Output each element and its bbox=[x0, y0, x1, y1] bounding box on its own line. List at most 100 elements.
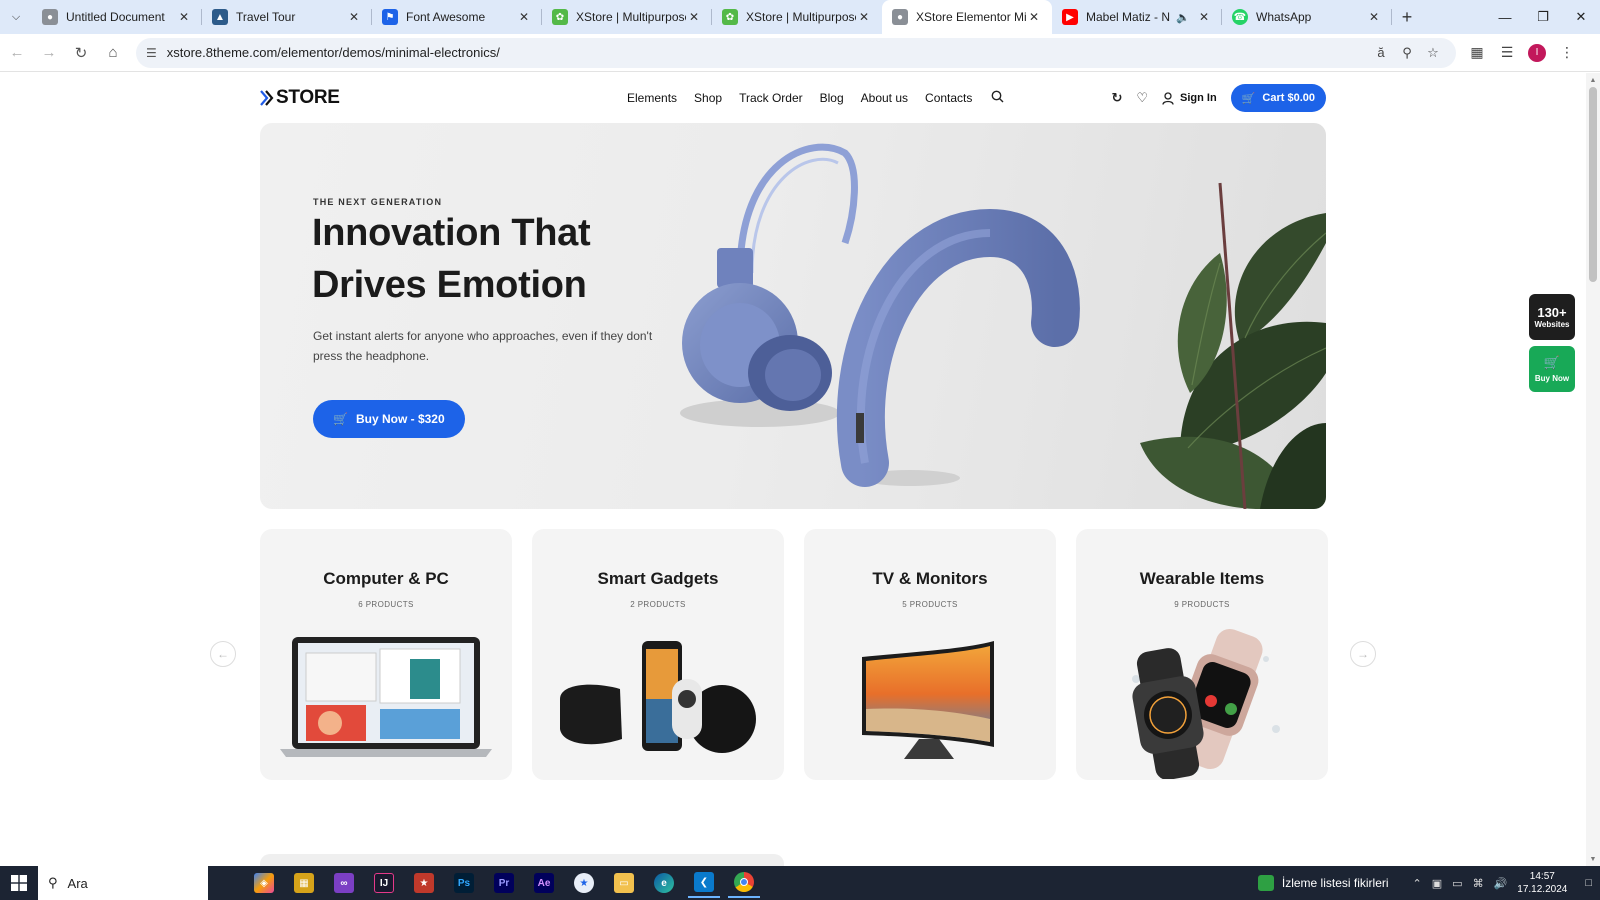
tab-title: Travel Tour bbox=[236, 10, 296, 24]
category-card[interactable]: Wearable Items 9 PRODUCTS bbox=[1076, 529, 1328, 780]
search-icon: ⚲ bbox=[48, 875, 58, 890]
category-title[interactable]: Wearable Items bbox=[1076, 569, 1328, 589]
browser-tab-active[interactable]: ● XStore Elementor Minima ✕ bbox=[882, 0, 1052, 34]
tab-search-chevron-icon[interactable]: ⌵ bbox=[0, 0, 32, 34]
cart-button[interactable]: 🛒 Cart $0.00 bbox=[1230, 84, 1326, 112]
browser-tab[interactable]: ☎ WhatsApp ✕ bbox=[1222, 0, 1392, 34]
reload-icon[interactable]: ↻ bbox=[66, 38, 96, 68]
nav-elements[interactable]: Elements bbox=[627, 91, 677, 105]
media-controls-icon[interactable]: ☰ bbox=[1492, 38, 1522, 68]
taskbar-search[interactable]: ⚲ Ara bbox=[38, 866, 208, 900]
category-title[interactable]: TV & Monitors bbox=[804, 569, 1056, 589]
premiere-icon[interactable]: Pr bbox=[488, 868, 520, 898]
taskbar-search-placeholder: Ara bbox=[67, 875, 88, 891]
category-card[interactable]: TV & Monitors 5 PRODUCTS bbox=[804, 529, 1056, 780]
chrome-icon[interactable] bbox=[728, 868, 760, 898]
category-title[interactable]: Smart Gadgets bbox=[532, 569, 784, 589]
websites-count-badge[interactable]: 130+ Websites bbox=[1529, 294, 1575, 340]
extensions-icon[interactable]: ▦ bbox=[1462, 38, 1492, 68]
url-text[interactable]: xstore.8theme.com/elementor/demos/minima… bbox=[167, 45, 1368, 60]
sign-in-link[interactable]: Sign In bbox=[1162, 91, 1217, 105]
vpn-icon[interactable]: ★ bbox=[568, 868, 600, 898]
home-icon[interactable]: ⌂ bbox=[98, 38, 128, 68]
browser-tab[interactable]: ▲ Travel Tour ✕ bbox=[202, 0, 372, 34]
profile-avatar[interactable]: I bbox=[1522, 38, 1552, 68]
tab-title: XStore | Multipurpose Wo bbox=[746, 10, 856, 24]
search-icon[interactable] bbox=[991, 90, 1004, 106]
scroll-up-arrow-icon[interactable]: ▲ bbox=[1586, 73, 1600, 87]
xstore-leaf-icon: ✿ bbox=[722, 9, 738, 25]
app-icon[interactable]: ★ bbox=[408, 868, 440, 898]
after-effects-icon[interactable]: Ae bbox=[528, 868, 560, 898]
carousel-next-arrow-icon[interactable]: → bbox=[1350, 641, 1376, 667]
browser-tab[interactable]: ✿ XStore | Multipurpose Wo ✕ bbox=[542, 0, 712, 34]
category-card[interactable]: Computer & PC 6 PRODUCTS bbox=[260, 529, 512, 780]
edge-icon[interactable]: e bbox=[648, 868, 680, 898]
close-icon[interactable]: ✕ bbox=[856, 10, 872, 24]
back-icon[interactable]: ← bbox=[2, 38, 32, 68]
browser-tab[interactable]: ▶ Mabel Matiz - Numar 🔈 ✕ bbox=[1052, 0, 1222, 34]
system-clock[interactable]: 14:57 17.12.2024 bbox=[1517, 870, 1567, 896]
hero-buy-button[interactable]: 🛒 Buy Now - $320 bbox=[313, 400, 465, 438]
globe-icon: ● bbox=[42, 9, 58, 25]
visual-studio-icon[interactable]: ∞ bbox=[328, 868, 360, 898]
menu-kebab-icon[interactable]: ⋮ bbox=[1552, 38, 1582, 68]
site-logo[interactable]: STORE bbox=[260, 87, 340, 109]
tab-title: Font Awesome bbox=[406, 10, 486, 24]
close-icon[interactable]: ✕ bbox=[176, 10, 192, 24]
page-scrollbar[interactable]: ▲ ▼ bbox=[1586, 73, 1600, 866]
site-info-icon[interactable]: ☰ bbox=[146, 46, 157, 60]
browser-tab[interactable]: ⚑ Font Awesome ✕ bbox=[372, 0, 542, 34]
nav-track-order[interactable]: Track Order bbox=[739, 91, 803, 105]
wishlist-heart-icon[interactable]: ♡ bbox=[1136, 90, 1148, 106]
clock-date: 17.12.2024 bbox=[1517, 884, 1568, 895]
close-icon[interactable]: ✕ bbox=[1196, 10, 1212, 24]
notification-center-icon[interactable]: □ bbox=[1585, 877, 1592, 889]
close-icon[interactable]: ✕ bbox=[346, 10, 362, 24]
compare-icon[interactable]: ↻ bbox=[1111, 90, 1122, 106]
tray-overflow-chevron-icon[interactable]: ⌃ bbox=[1413, 877, 1422, 890]
file-manager-icon[interactable]: ▦ bbox=[288, 868, 320, 898]
category-title[interactable]: Computer & PC bbox=[260, 569, 512, 589]
restore-icon[interactable]: ❐ bbox=[1524, 0, 1562, 34]
scroll-down-arrow-icon[interactable]: ▼ bbox=[1586, 852, 1600, 866]
volume-icon[interactable]: 🔊 bbox=[1494, 877, 1508, 890]
new-tab-button[interactable]: + bbox=[1392, 0, 1422, 34]
meet-now-icon[interactable]: ▣ bbox=[1432, 877, 1442, 890]
nav-about-us[interactable]: About us bbox=[861, 91, 908, 105]
smartwatch-image bbox=[1132, 628, 1280, 779]
close-icon[interactable]: ✕ bbox=[516, 10, 532, 24]
zoom-icon[interactable]: ⚲ bbox=[1394, 45, 1420, 61]
folder-icon[interactable]: ▭ bbox=[608, 868, 640, 898]
bookmark-star-icon[interactable]: ☆ bbox=[1420, 45, 1446, 61]
translate-icon[interactable]: ă bbox=[1368, 45, 1394, 60]
nav-blog[interactable]: Blog bbox=[820, 91, 844, 105]
forward-icon[interactable]: → bbox=[34, 38, 64, 68]
floating-buy-now-button[interactable]: 🛒 Buy Now bbox=[1529, 346, 1575, 392]
copilot-icon[interactable]: ◈ bbox=[248, 868, 280, 898]
address-bar[interactable]: ☰ xstore.8theme.com/elementor/demos/mini… bbox=[136, 37, 1456, 68]
cart-label: Cart $0.00 bbox=[1262, 92, 1315, 104]
display-icon[interactable]: ▭ bbox=[1452, 877, 1462, 890]
windows-start-icon[interactable] bbox=[0, 866, 38, 900]
scroll-thumb[interactable] bbox=[1589, 87, 1597, 282]
browser-tab[interactable]: ● Untitled Document ✕ bbox=[32, 0, 202, 34]
close-icon[interactable]: ✕ bbox=[1026, 10, 1042, 24]
nav-contacts[interactable]: Contacts bbox=[925, 91, 972, 105]
wifi-icon[interactable]: ⌘ bbox=[1473, 877, 1484, 890]
tv-image bbox=[862, 641, 994, 759]
whatsapp-icon: ☎ bbox=[1232, 9, 1248, 25]
speaker-icon[interactable]: 🔈 bbox=[1176, 11, 1190, 24]
carousel-prev-arrow-icon[interactable]: ← bbox=[210, 641, 236, 667]
close-icon[interactable]: ✕ bbox=[1366, 10, 1382, 24]
minimize-icon[interactable]: — bbox=[1486, 0, 1524, 34]
intellij-icon[interactable]: IJ bbox=[368, 868, 400, 898]
news-widget[interactable]: İzleme listesi fikirleri bbox=[1257, 875, 1389, 891]
nav-shop[interactable]: Shop bbox=[694, 91, 722, 105]
window-close-icon[interactable]: ✕ bbox=[1562, 0, 1600, 34]
photoshop-icon[interactable]: Ps bbox=[448, 868, 480, 898]
vscode-icon[interactable]: ❮ bbox=[688, 868, 720, 898]
close-icon[interactable]: ✕ bbox=[686, 10, 702, 24]
browser-tab[interactable]: ✿ XStore | Multipurpose Wo ✕ bbox=[712, 0, 882, 34]
category-card[interactable]: Smart Gadgets 2 PRODUCTS bbox=[532, 529, 784, 780]
